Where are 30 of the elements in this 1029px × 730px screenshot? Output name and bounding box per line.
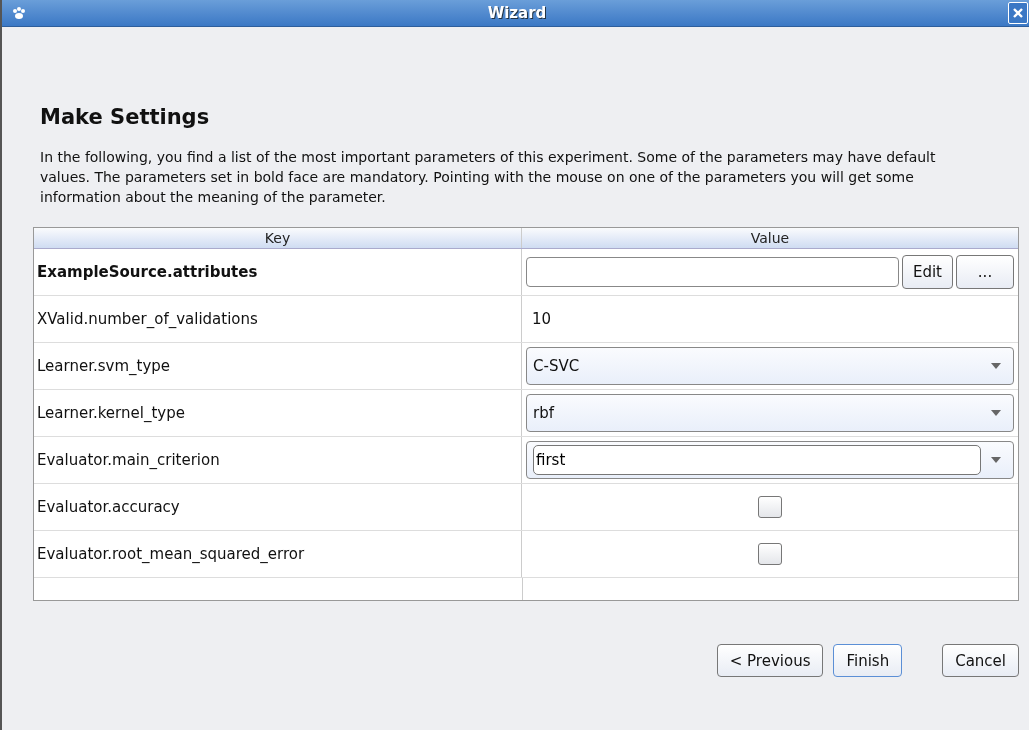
key-cell: XValid.number_of_validations <box>34 296 522 342</box>
checkbox[interactable] <box>758 496 782 518</box>
paw-icon <box>12 7 26 19</box>
key-cell: Learner.kernel_type <box>34 390 522 436</box>
dialog-button[interactable]: Cancel <box>942 644 1019 677</box>
close-button[interactable] <box>1008 2 1028 24</box>
description-text: In the following, you find a list of the most important parameters of this experiment. Some of the parameters may have default values. The parameters set in bold face are mandatory. Pointing with the mouse on one of the parameters you will get some information about the meaning of the parameter. <box>40 148 937 207</box>
key-cell: Evaluator.main_criterion <box>34 437 522 483</box>
dropdown[interactable]: C-SVC <box>526 347 1014 385</box>
close-icon <box>1013 8 1023 18</box>
window-title: Wizard <box>486 4 548 22</box>
caret-icon <box>991 457 1001 463</box>
combo-box[interactable]: first <box>526 441 1014 479</box>
cell-button[interactable]: ... <box>956 255 1014 289</box>
key-cell: Learner.svm_type <box>34 343 522 389</box>
page-heading: Make Settings <box>40 105 211 129</box>
dialog-button[interactable]: < Previous <box>716 644 824 677</box>
checkbox[interactable] <box>758 543 782 565</box>
value-field[interactable] <box>526 257 899 287</box>
caret-icon <box>991 363 1001 369</box>
column-header[interactable]: Key <box>34 228 522 248</box>
cell-button[interactable]: Edit <box>901 255 953 289</box>
dropdown[interactable]: rbf <box>526 394 1014 432</box>
caret-icon <box>991 410 1001 416</box>
column-header[interactable]: Value <box>522 228 1018 248</box>
key-cell: Evaluator.root_mean_squared_error <box>34 531 522 577</box>
key-cell: Evaluator.accuracy <box>34 484 522 530</box>
value-text: 10 <box>531 310 552 328</box>
key-cell: ExampleSource.attributes <box>34 249 522 295</box>
dialog-button[interactable]: Finish <box>833 644 903 677</box>
